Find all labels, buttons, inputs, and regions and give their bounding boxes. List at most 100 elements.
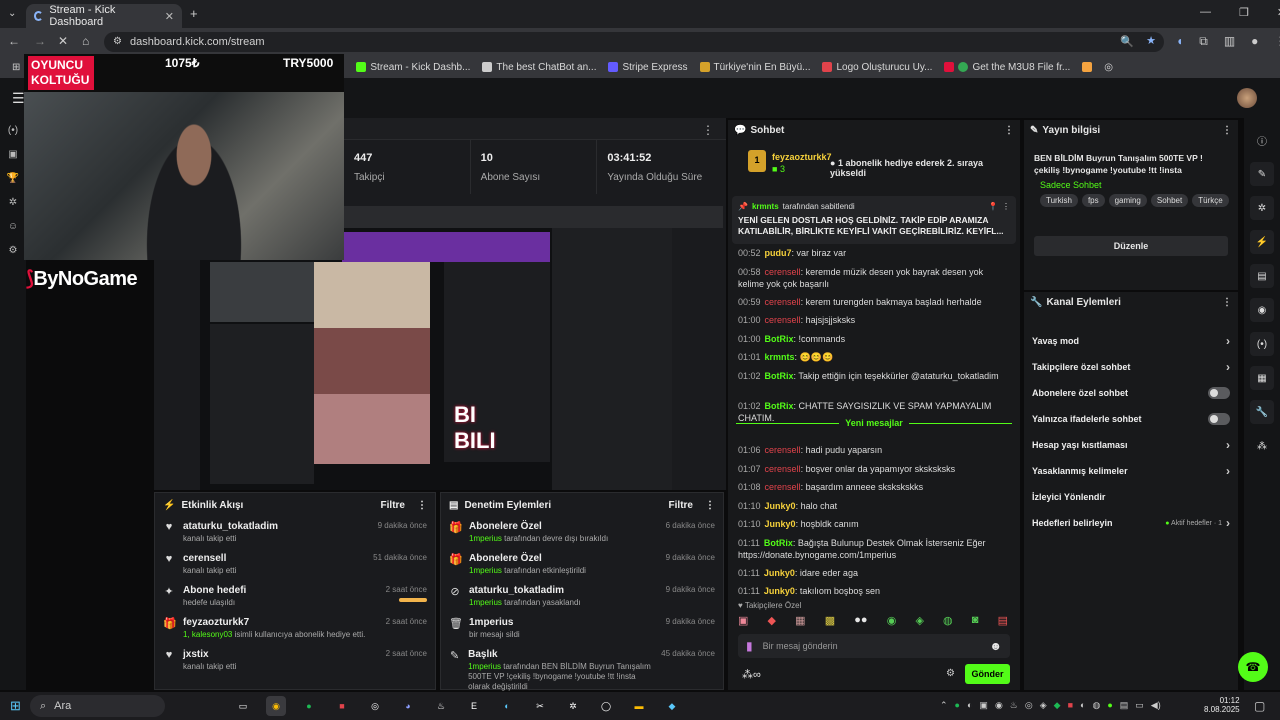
nav-trophy-icon[interactable]: 🏆 [0, 166, 26, 190]
nav-users-icon[interactable]: ☺ [0, 214, 26, 238]
document-icon[interactable]: ▤ [1250, 264, 1274, 288]
users-icon[interactable]: ⁂ [1250, 434, 1274, 458]
file-explorer-icon[interactable]: ▬ [629, 696, 649, 716]
wrench-icon[interactable]: 🔧 [1250, 400, 1274, 424]
category-name[interactable]: Sadece Sohbet [1040, 180, 1229, 190]
subscribers-only-toggle[interactable] [1208, 387, 1230, 399]
app-gear-icon[interactable]: ✲ [563, 696, 583, 716]
emoji-icon[interactable]: ☻ [989, 639, 1002, 653]
message-user[interactable]: cerensell [765, 267, 801, 277]
edit-button[interactable]: Düzenle [1034, 236, 1228, 256]
site-info-icon[interactable]: ⚙ [113, 36, 122, 47]
tray-icon[interactable]: ◉ [995, 700, 1003, 711]
chat-tools-icon[interactable]: ⁂∞ [742, 668, 761, 681]
message-user[interactable]: Junky0 [765, 501, 796, 511]
bolt-icon[interactable]: ⚡ [1250, 230, 1274, 254]
minimize-icon[interactable]: — [1200, 6, 1211, 19]
emote-icon[interactable]: ▣ [738, 614, 748, 630]
nav-settings-icon[interactable]: ⚙ [0, 238, 26, 262]
gift-user[interactable]: feyzaozturkk7 [772, 152, 832, 162]
emote-icon[interactable]: ▤ [998, 614, 1008, 630]
tab-search-icon[interactable]: ⌄ [8, 8, 16, 19]
back-icon[interactable]: ← [8, 34, 20, 48]
tray-icon[interactable]: ● [1107, 700, 1112, 711]
message-user[interactable]: cerensell [765, 482, 801, 492]
app-circle-icon[interactable]: ◯ [596, 696, 616, 716]
message-user[interactable]: krmnts [765, 352, 795, 362]
tray-icon[interactable]: ◐ [967, 700, 972, 711]
message-user[interactable]: pudu7 [765, 248, 792, 258]
user-avatar[interactable] [1237, 88, 1257, 108]
tray-chevron-icon[interactable]: ⌃ [940, 700, 948, 711]
message-user[interactable]: BotRix [764, 538, 793, 548]
message-user[interactable]: BotRix [765, 401, 794, 411]
broadcast-icon[interactable]: (•) [1250, 332, 1274, 356]
action-banned-words[interactable]: Yasaklanmış kelimeler › [1024, 458, 1238, 484]
bookmark-stripe[interactable]: Stripe Express [608, 62, 688, 73]
tray-icon[interactable]: ■ [1068, 700, 1073, 711]
emote-icon[interactable]: ●● [854, 614, 867, 630]
clock[interactable]: 01:12 8.08.2025 [1204, 696, 1240, 714]
chat-settings-icon[interactable]: ⚙ [946, 668, 955, 679]
preview-kebab-icon[interactable]: ⋮ [702, 123, 714, 137]
bookmark-logo[interactable]: Logo Oluşturucu Uy... [822, 62, 932, 73]
tray-icon[interactable]: ◎ [1025, 700, 1033, 711]
message-user[interactable]: Junky0 [764, 586, 795, 596]
volume-icon[interactable]: ◀) [1151, 700, 1161, 711]
extensions-puzzle-icon[interactable]: ⧉ [1199, 34, 1208, 49]
steam-icon[interactable]: ♨ [431, 696, 451, 716]
activity-filter-button[interactable]: Filtre [381, 500, 405, 511]
tray-icon[interactable]: ◐ [1080, 700, 1085, 711]
action-followers-only[interactable]: Takipçilere özel sohbet › [1024, 354, 1238, 380]
chat-kebab-icon[interactable]: ⋮ [1004, 125, 1014, 136]
bookmark-m3u8[interactable]: Get the M3U8 File fr... [944, 62, 1070, 73]
action-account-age[interactable]: Hesap yaşı kısıtlaması › [1024, 432, 1238, 458]
message-user[interactable]: Junky0 [764, 568, 795, 578]
chat-input-box[interactable]: ▮ Bir mesaj gönderin ☻ [738, 634, 1010, 658]
emote-icon[interactable]: ◙ [972, 614, 979, 630]
discord-icon[interactable]: ◕ [398, 696, 418, 716]
action-set-goals[interactable]: Hedefleri belirleyin ● Aktif hedefler · 1… [1024, 510, 1238, 536]
tray-spotify-icon[interactable]: ● [955, 700, 960, 711]
message-user[interactable]: BotRix [765, 371, 794, 381]
stop-icon[interactable]: ✕ [58, 34, 68, 48]
bookmark-chatbot[interactable]: The best ChatBot an... [482, 62, 596, 73]
message-user[interactable]: cerensell [765, 297, 801, 307]
taskbar-search[interactable]: ⌕ Ara [30, 695, 165, 717]
emote-icon[interactable]: ◍ [943, 614, 953, 630]
send-button[interactable]: Gönder [965, 664, 1010, 684]
epic-icon[interactable]: E [464, 696, 484, 716]
activity-kebab-icon[interactable]: ⋮ [417, 500, 427, 511]
support-chat-button[interactable]: ☎ [1238, 652, 1268, 682]
close-tab-icon[interactable]: ✕ [165, 10, 174, 23]
extension-icon[interactable]: ◖ [1176, 34, 1183, 49]
menu-kebab-icon[interactable]: ⋮ [1274, 34, 1280, 49]
home-icon[interactable]: ⌂ [82, 34, 89, 48]
nav-stream-icon[interactable]: (•) [0, 118, 26, 142]
action-host[interactable]: İzleyici Yönlendir [1024, 484, 1238, 510]
chat-icon[interactable]: ◉ [1250, 298, 1274, 322]
forward-icon[interactable]: → [34, 34, 46, 48]
moderation-filter-button[interactable]: Filtre [669, 500, 693, 511]
new-tab-button[interactable]: + [190, 6, 198, 21]
app-extra-icon[interactable]: ◆ [662, 696, 682, 716]
pinned-kebab-icon[interactable]: ⋮ [1002, 202, 1010, 211]
app-blue-icon[interactable]: ◐ [497, 696, 517, 716]
bookmark-kick[interactable]: Stream - Kick Dashb... [356, 62, 470, 73]
message-user[interactable]: cerensell [765, 464, 801, 474]
url-bar[interactable]: ⚙ dashboard.kick.com/stream 🔍 ★ [104, 32, 1164, 52]
action-slow-mode[interactable]: Yavaş mod › [1024, 328, 1238, 354]
nav-dashboard-icon[interactable]: ▣ [0, 142, 26, 166]
app-red-icon[interactable]: ■ [332, 696, 352, 716]
tray-icon[interactable]: ◍ [1092, 700, 1100, 711]
info-kebab-icon[interactable]: ⋮ [1222, 125, 1232, 136]
unpin-icon[interactable]: 📍 [988, 202, 998, 211]
bookmark-globe[interactable]: ◎ [1104, 62, 1113, 73]
emote-icon[interactable]: ◈ [915, 614, 923, 630]
info-icon[interactable]: ⓘ [1250, 128, 1274, 152]
message-user[interactable]: cerensell [765, 315, 801, 325]
edit-icon[interactable]: ✎ [1250, 162, 1274, 186]
tray-icon[interactable]: ♨ [1010, 700, 1018, 711]
tray-icon[interactable]: ◈ [1040, 700, 1047, 711]
message-user[interactable]: cerensell [765, 445, 801, 455]
